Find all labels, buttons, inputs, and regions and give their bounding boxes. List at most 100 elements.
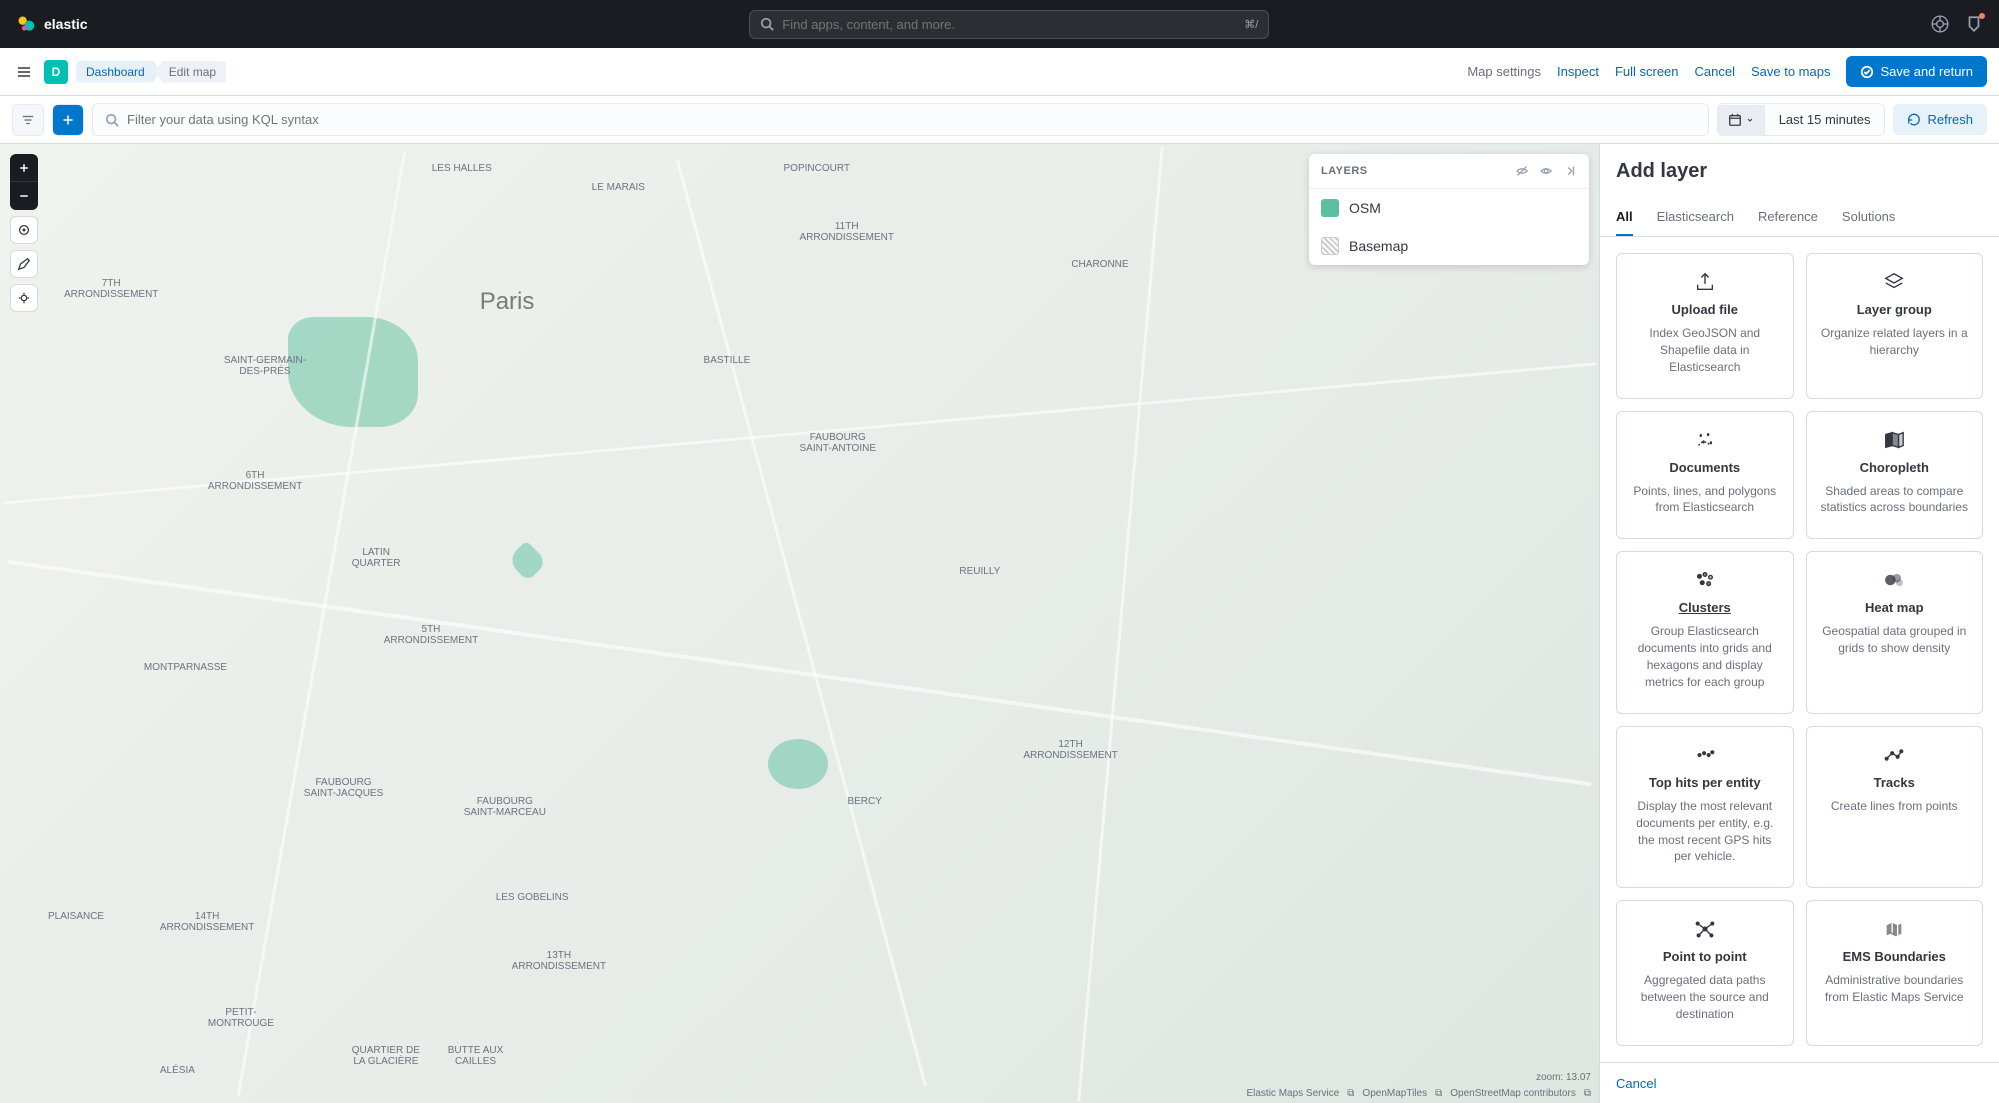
layer-card-heatmap[interactable]: Heat mapGeospatial data grouped in grids…	[1806, 551, 1984, 713]
newsfeed-icon[interactable]	[1965, 15, 1983, 33]
add-layer-title: Add layer	[1616, 160, 1983, 183]
tab-solutions[interactable]: Solutions	[1842, 199, 1895, 236]
layer-card-documents[interactable]: Documents Points, lines, and polygons fro…	[1616, 411, 1794, 540]
app-badge[interactable]: D	[44, 60, 68, 84]
fit-bounds-button[interactable]	[10, 216, 38, 244]
add-layer-cancel[interactable]: Cancel	[1616, 1076, 1656, 1091]
layer-type-cards: Upload fileIndex GeoJSON and Shapefile d…	[1600, 237, 1999, 1062]
layer-name: OSM	[1349, 200, 1381, 216]
minus-icon	[18, 190, 30, 202]
global-search[interactable]: ⌘/	[749, 10, 1269, 39]
cancel-link[interactable]: Cancel	[1695, 64, 1735, 79]
breadcrumb-dashboard[interactable]: Dashboard	[76, 61, 161, 83]
attribution-osm[interactable]: OpenStreetMap contributors	[1450, 1088, 1576, 1099]
layer-item[interactable]: OSM	[1309, 189, 1589, 227]
upload-icon	[1694, 270, 1716, 294]
brand-logo[interactable]: elastic	[16, 14, 88, 34]
link-icon: ⧉	[1347, 1088, 1354, 1099]
map-label: SAINT-GERMAIN- DES-PRÉS	[224, 355, 306, 377]
attribution-omt[interactable]: OpenMapTiles	[1362, 1088, 1427, 1099]
layer-card-p2p[interactable]: Point to pointAggregated data paths betw…	[1616, 900, 1794, 1046]
clusters-icon	[1694, 568, 1716, 592]
inspect-link[interactable]: Inspect	[1557, 64, 1599, 79]
search-icon	[105, 113, 119, 127]
breadcrumb-current: Edit map	[155, 61, 226, 83]
map-label: BUTTE AUX CAILLES	[448, 1045, 504, 1067]
documents-icon	[1694, 428, 1716, 452]
layer-card-tracks[interactable]: Tracks Create lines from points	[1806, 726, 1984, 888]
tab-reference[interactable]: Reference	[1758, 199, 1818, 236]
add-filter-button[interactable]	[52, 104, 84, 136]
save-to-maps-link[interactable]: Save to maps	[1751, 64, 1831, 79]
layer-swatch	[1321, 237, 1339, 255]
layer-card-ems[interactable]: EMS BoundariesAdministrative boundaries …	[1806, 900, 1984, 1046]
time-picker-calendar-button[interactable]	[1718, 105, 1765, 135]
layer-card-clusters[interactable]: Clusters Group Elasticsearch documents in…	[1616, 551, 1794, 713]
zoom-out-button[interactable]	[10, 182, 38, 210]
card-title: Tracks	[1874, 775, 1915, 790]
tophits-icon	[1694, 743, 1716, 767]
sub-header-actions: Map settings Inspect Full screen Cancel …	[1467, 56, 1987, 87]
collapse-icon[interactable]	[1563, 164, 1577, 178]
attribution-ems[interactable]: Elastic Maps Service	[1246, 1088, 1339, 1099]
card-title: Documents	[1669, 460, 1740, 475]
layer-item[interactable]: Basemap	[1309, 227, 1589, 265]
filter-toggle-button[interactable]	[12, 104, 44, 136]
card-title: Clusters	[1679, 600, 1731, 615]
elastic-logo-icon	[16, 14, 36, 34]
card-description: Index GeoJSON and Shapefile data in Elas…	[1629, 325, 1781, 375]
search-shortcut: ⌘/	[1244, 18, 1258, 31]
save-and-return-button[interactable]: Save and return	[1846, 56, 1987, 87]
map-label: LE MARAIS	[592, 182, 645, 193]
query-bar: Last 15 minutes Refresh	[0, 96, 1999, 144]
time-range-label[interactable]: Last 15 minutes	[1765, 104, 1885, 135]
card-description: Create lines from points	[1831, 798, 1958, 815]
global-search-input[interactable]	[782, 17, 1236, 32]
card-description: Group Elasticsearch documents into grids…	[1629, 623, 1781, 690]
map-settings-link[interactable]: Map settings	[1467, 64, 1541, 79]
search-icon	[760, 17, 774, 31]
nav-toggle-icon[interactable]	[12, 60, 36, 84]
link-icon: ⧉	[1584, 1088, 1591, 1099]
card-description: Administrative boundaries from Elastic M…	[1819, 972, 1971, 1006]
add-layer-panel: Add layer All Elasticsearch Reference So…	[1599, 144, 1999, 1103]
tab-all[interactable]: All	[1616, 199, 1633, 236]
card-description: Points, lines, and polygons from Elastic…	[1629, 483, 1781, 517]
layer-card-upload[interactable]: Upload fileIndex GeoJSON and Shapefile d…	[1616, 253, 1794, 399]
layer-name: Basemap	[1349, 238, 1408, 254]
layers-list: OSM Basemap	[1309, 189, 1589, 265]
kql-input[interactable]	[127, 112, 1696, 127]
timeslider-button[interactable]	[10, 284, 38, 312]
header-icons	[1931, 15, 1983, 33]
map-label: LES GOBELINS	[496, 892, 569, 903]
layer-card-tophits[interactable]: Top hits per entityDisplay the most rele…	[1616, 726, 1794, 888]
map-label: POPINCOURT	[784, 163, 851, 174]
map-label: REUILLY	[959, 566, 1000, 577]
show-all-icon[interactable]	[1539, 164, 1553, 178]
kql-input-wrap[interactable]	[92, 103, 1709, 136]
refresh-button[interactable]: Refresh	[1893, 104, 1987, 135]
hide-all-icon[interactable]	[1515, 164, 1529, 178]
layer-card-choropleth[interactable]: ChoroplethShaded areas to compare statis…	[1806, 411, 1984, 540]
map-label: LATIN QUARTER	[352, 547, 401, 569]
map-label: 6TH ARRONDISSEMENT	[208, 470, 302, 492]
choropleth-icon	[1883, 428, 1905, 452]
card-title: Layer group	[1857, 302, 1932, 317]
fullscreen-link[interactable]: Full screen	[1615, 64, 1679, 79]
map-label: CHARONNE	[1071, 259, 1128, 270]
global-search-wrap: ⌘/	[88, 10, 1931, 39]
zoom-in-button[interactable]	[10, 154, 38, 182]
map-label: FAUBOURG SAINT-ANTOINE	[800, 432, 877, 454]
draw-tool-button[interactable]	[10, 250, 38, 278]
map-label: 13TH ARRONDISSEMENT	[512, 950, 606, 972]
add-layer-tabs: All Elasticsearch Reference Solutions	[1600, 199, 1999, 237]
map-label: FAUBOURG SAINT-JACQUES	[304, 777, 383, 799]
help-icon[interactable]	[1931, 15, 1949, 33]
layers-header-icons	[1515, 164, 1577, 178]
card-title: Choropleth	[1860, 460, 1929, 475]
map-canvas[interactable]: Paris LES HALLES LE MARAIS POPINCOURT 11…	[0, 144, 1599, 1103]
map-city-label: Paris	[480, 288, 535, 316]
map-label: 5TH ARRONDISSEMENT	[384, 624, 478, 646]
layer-card-group[interactable]: Layer groupOrganize related layers in a …	[1806, 253, 1984, 399]
tab-elasticsearch[interactable]: Elasticsearch	[1657, 199, 1734, 236]
